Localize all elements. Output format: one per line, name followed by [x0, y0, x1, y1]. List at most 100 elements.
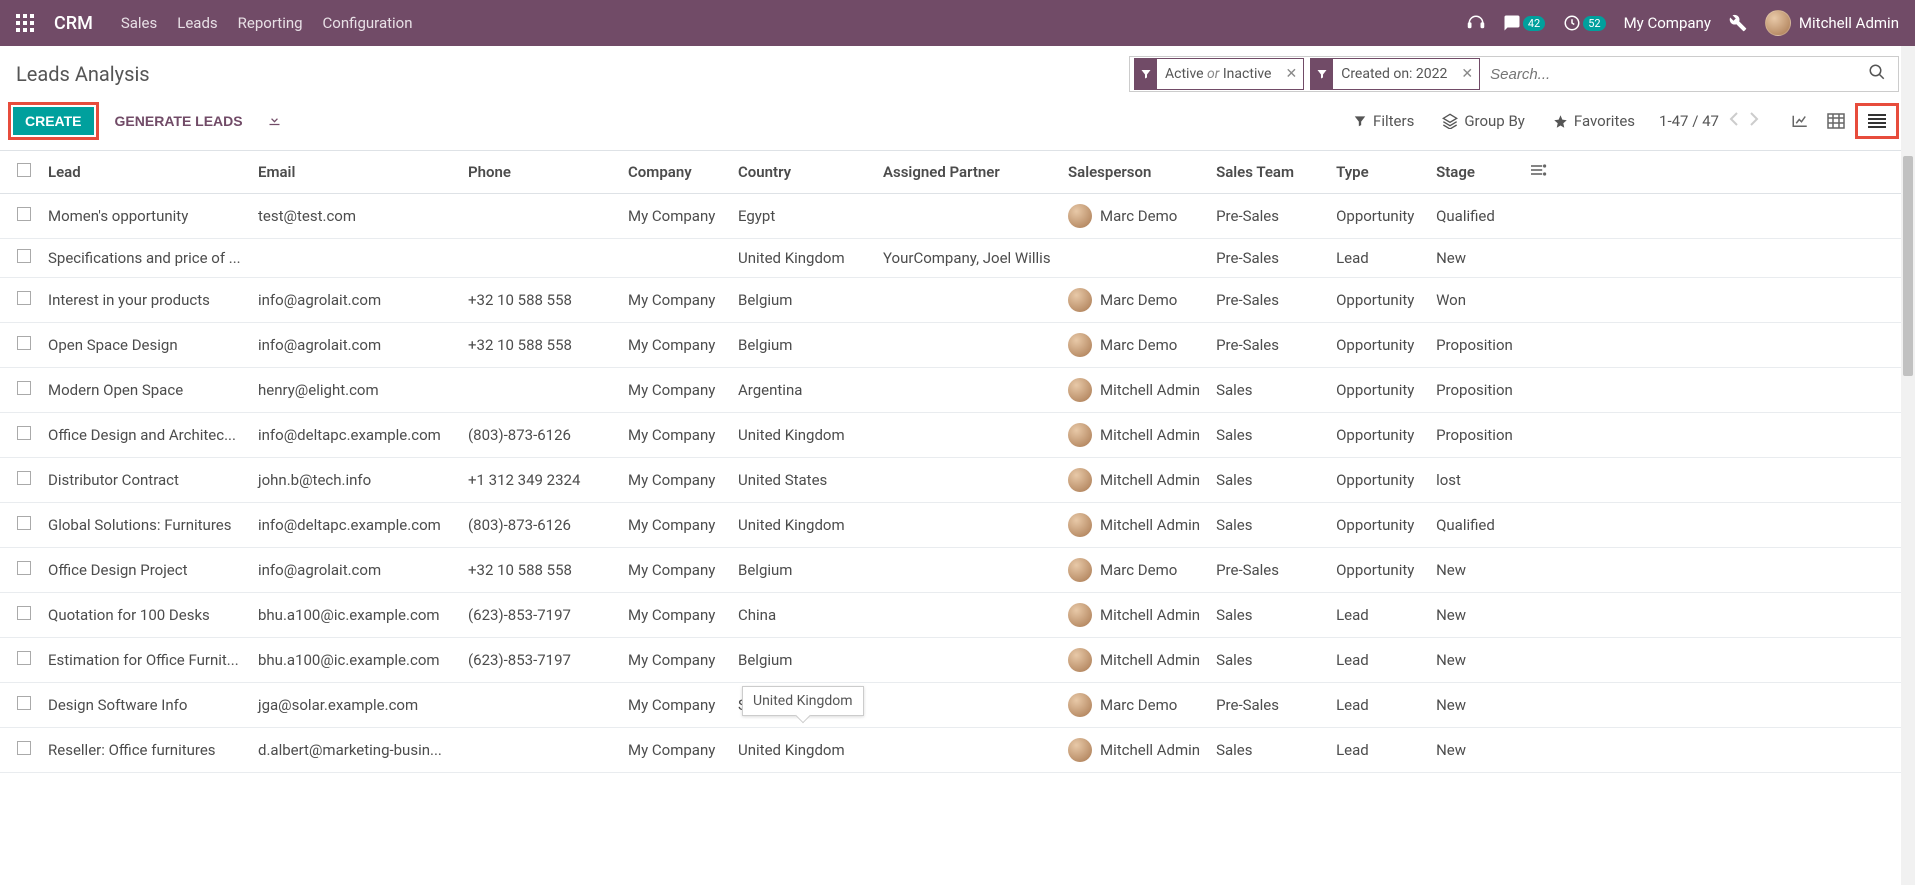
col-phone[interactable]: Phone [460, 151, 620, 194]
salesperson-name: Mitchell Admin [1100, 606, 1200, 624]
user-name: Mitchell Admin [1799, 14, 1899, 32]
nav-reporting[interactable]: Reporting [238, 14, 303, 32]
salesperson-avatar-icon [1068, 603, 1092, 627]
view-graph-icon[interactable] [1783, 107, 1817, 135]
table-row[interactable]: Modern Open Space henry@elight.com My Co… [0, 368, 1901, 413]
user-menu[interactable]: Mitchell Admin [1765, 10, 1899, 36]
col-salesperson[interactable]: Salesperson [1060, 151, 1208, 194]
create-button[interactable]: CREATE [13, 107, 94, 135]
table-row[interactable]: Design Software Info jga@solar.example.c… [0, 683, 1901, 728]
activities-icon[interactable]: 52 [1563, 14, 1605, 32]
download-icon[interactable] [259, 106, 290, 137]
row-checkbox[interactable] [17, 291, 31, 305]
cell-company [620, 239, 730, 278]
row-checkbox[interactable] [17, 381, 31, 395]
salesperson-name: Marc Demo [1100, 291, 1177, 309]
salesperson-avatar-icon [1068, 378, 1092, 402]
cell-partner [875, 548, 1060, 593]
generate-leads-button[interactable]: GENERATE LEADS [105, 107, 253, 135]
apps-icon[interactable] [16, 14, 34, 32]
search-icon[interactable] [1862, 63, 1892, 85]
col-company[interactable]: Company [620, 151, 730, 194]
scrollbar-thumb[interactable] [1903, 156, 1913, 376]
view-list-icon[interactable] [1860, 108, 1894, 134]
row-checkbox[interactable] [17, 471, 31, 485]
pager: 1-47 / 47 [1659, 112, 1759, 130]
cell-partner [875, 413, 1060, 458]
cell-partner [875, 503, 1060, 548]
row-checkbox[interactable] [17, 516, 31, 530]
col-stage[interactable]: Stage [1428, 151, 1523, 194]
nav-sales[interactable]: Sales [121, 14, 157, 32]
view-pivot-icon[interactable] [1819, 107, 1853, 135]
row-checkbox[interactable] [17, 561, 31, 575]
table-row[interactable]: Distributor Contract john.b@tech.info +1… [0, 458, 1901, 503]
cell-type: Opportunity [1328, 323, 1428, 368]
messages-icon[interactable]: 42 [1503, 14, 1545, 32]
table-row[interactable]: Open Space Design info@agrolait.com +32 … [0, 323, 1901, 368]
filters-dropdown[interactable]: Filters [1353, 112, 1414, 130]
cell-email: info@agrolait.com [250, 278, 460, 323]
cell-salesperson: Mitchell Admin [1060, 593, 1208, 638]
col-team[interactable]: Sales Team [1208, 151, 1328, 194]
cell-stage: Proposition [1428, 368, 1523, 413]
table-row[interactable]: Global Solutions: Furnitures info@deltap… [0, 503, 1901, 548]
row-checkbox[interactable] [17, 426, 31, 440]
cell-team: Pre-Sales [1208, 194, 1328, 239]
table-row[interactable]: Quotation for 100 Desks bhu.a100@ic.exam… [0, 593, 1901, 638]
salesperson-avatar-icon [1068, 648, 1092, 672]
row-checkbox[interactable] [17, 249, 31, 263]
table-row[interactable]: Office Design and Architec... info@delta… [0, 413, 1901, 458]
nav-configuration[interactable]: Configuration [323, 14, 413, 32]
cell-salesperson: Mitchell Admin [1060, 413, 1208, 458]
row-checkbox[interactable] [17, 741, 31, 755]
facet-remove-icon[interactable]: ✕ [1279, 66, 1303, 82]
breadcrumb: Leads Analysis [16, 56, 150, 96]
table-row[interactable]: Momen's opportunity test@test.com My Com… [0, 194, 1901, 239]
table-row[interactable]: Estimation for Office Furnit... bhu.a100… [0, 638, 1901, 683]
pager-next-icon[interactable] [1749, 112, 1759, 130]
search-box[interactable]: Active or Inactive ✕ Created on: 2022 ✕ [1129, 56, 1899, 92]
row-checkbox[interactable] [17, 207, 31, 221]
search-input[interactable] [1486, 66, 1862, 83]
row-checkbox[interactable] [17, 336, 31, 350]
company-switcher[interactable]: My Company [1624, 14, 1711, 32]
salesperson-name: Marc Demo [1100, 696, 1177, 714]
debug-icon[interactable] [1729, 14, 1747, 32]
cell-lead: Reseller: Office furnitures [40, 728, 250, 773]
cell-phone [460, 368, 620, 413]
col-lead[interactable]: Lead [40, 151, 250, 194]
cell-stage: Proposition [1428, 413, 1523, 458]
scrollbar[interactable] [1901, 46, 1915, 885]
column-options-icon[interactable] [1523, 151, 1901, 194]
table-row[interactable]: Interest in your products info@agrolait.… [0, 278, 1901, 323]
col-type[interactable]: Type [1328, 151, 1428, 194]
cell-phone: (803)-873-6126 [460, 503, 620, 548]
col-partner[interactable]: Assigned Partner [875, 151, 1060, 194]
salesperson-name: Marc Demo [1100, 207, 1177, 225]
row-checkbox[interactable] [17, 651, 31, 665]
cell-company: My Company [620, 368, 730, 413]
salesperson-avatar-icon [1068, 423, 1092, 447]
pager-range[interactable]: 1-47 / 47 [1659, 112, 1719, 130]
tray-phone-icon[interactable] [1467, 14, 1485, 32]
table-row[interactable]: Office Design Project info@agrolait.com … [0, 548, 1901, 593]
row-checkbox[interactable] [17, 606, 31, 620]
groupby-dropdown[interactable]: Group By [1442, 112, 1525, 130]
pager-prev-icon[interactable] [1729, 112, 1739, 130]
col-country[interactable]: Country [730, 151, 875, 194]
brand[interactable]: CRM [54, 13, 93, 34]
favorites-dropdown[interactable]: Favorites [1553, 112, 1635, 130]
tooltip: United Kingdom [742, 686, 864, 716]
col-email[interactable]: Email [250, 151, 460, 194]
cell-partner [875, 593, 1060, 638]
salesperson-avatar-icon [1068, 288, 1092, 312]
nav-leads[interactable]: Leads [177, 14, 217, 32]
cell-country: Belgium [730, 278, 875, 323]
table-row[interactable]: Reseller: Office furnitures d.albert@mar… [0, 728, 1901, 773]
row-checkbox[interactable] [17, 696, 31, 710]
select-all-checkbox[interactable] [17, 163, 31, 177]
facet-remove-icon[interactable]: ✕ [1455, 66, 1479, 82]
cp-buttons: CREATE GENERATE LEADS [8, 102, 290, 140]
table-row[interactable]: Specifications and price of ... United K… [0, 239, 1901, 278]
